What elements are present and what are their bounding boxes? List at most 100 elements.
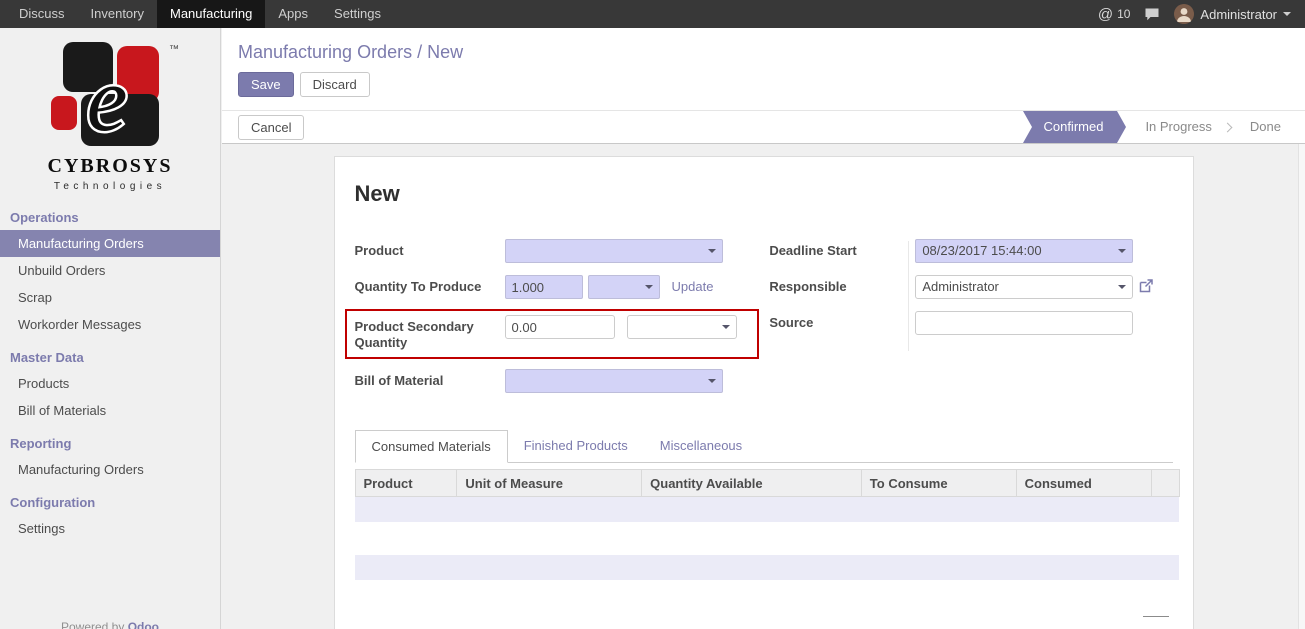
secondary-quantity-input[interactable] xyxy=(505,315,615,339)
secondary-quantity-label: Product Secondary Quantity xyxy=(355,315,505,351)
cybrosys-logo-icon: e ™ xyxy=(35,40,185,148)
menu-discuss[interactable]: Discuss xyxy=(6,0,78,28)
bom-label: Bill of Material xyxy=(355,369,505,389)
control-panel: Manufacturing Orders / New Save Discard xyxy=(222,28,1305,110)
table-header-product[interactable]: Product xyxy=(355,470,457,497)
form-fields: Product Quantity To Produce Update xyxy=(355,239,1173,405)
topbar-right: @ 10 Administrator xyxy=(1098,4,1305,24)
deadline-value: 08/23/2017 15:44:00 xyxy=(922,243,1041,258)
sidebar-item-bill-of-materials[interactable]: Bill of Materials xyxy=(0,397,220,424)
section-reporting: Reporting xyxy=(0,424,220,456)
dropdown-caret-icon xyxy=(708,249,716,253)
chat-icon[interactable] xyxy=(1144,7,1160,22)
responsible-value: Administrator xyxy=(922,279,999,294)
chevron-down-icon xyxy=(1283,12,1291,16)
table-row xyxy=(355,555,1179,580)
tab-finished-products[interactable]: Finished Products xyxy=(508,430,644,463)
main-area: Manufacturing Orders / New Save Discard … xyxy=(222,28,1305,629)
odoo-link[interactable]: Odoo xyxy=(128,620,159,629)
bom-select[interactable] xyxy=(505,369,723,393)
table-header-consumed[interactable]: Consumed xyxy=(1016,470,1152,497)
sidebar-item-workorder-messages[interactable]: Workorder Messages xyxy=(0,311,220,338)
source-label: Source xyxy=(769,311,915,331)
menu-settings[interactable]: Settings xyxy=(321,0,394,28)
table-header-extra xyxy=(1152,470,1179,497)
responsible-select[interactable]: Administrator xyxy=(915,275,1133,299)
user-menu[interactable]: Administrator xyxy=(1174,4,1291,24)
table-header-row: Product Unit of Measure Quantity Availab… xyxy=(355,470,1179,497)
table-row xyxy=(355,522,1179,555)
breadcrumb-parent[interactable]: Manufacturing Orders xyxy=(238,42,412,62)
sidebar-item-reporting-manufacturing-orders[interactable]: Manufacturing Orders xyxy=(0,456,220,483)
responsible-label: Responsible xyxy=(769,275,915,295)
menu-inventory[interactable]: Inventory xyxy=(78,0,157,28)
annotation-highlight-box: Product Secondary Quantity xyxy=(345,309,759,359)
activity-menu[interactable]: @ 10 xyxy=(1098,6,1131,23)
svg-text:™: ™ xyxy=(169,44,179,55)
column-separator xyxy=(908,241,909,351)
sidebar-item-scrap[interactable]: Scrap xyxy=(0,284,220,311)
sidebar-item-manufacturing-orders[interactable]: Manufacturing Orders xyxy=(0,230,220,257)
powered-by: Powered by Odoo xyxy=(0,620,220,629)
responsible-row: Responsible Administrator xyxy=(769,275,1172,299)
stage-in-progress[interactable]: In Progress xyxy=(1131,111,1225,143)
svg-text:e: e xyxy=(87,48,128,148)
external-link-icon[interactable] xyxy=(1139,279,1153,293)
sidebar-item-unbuild-orders[interactable]: Unbuild Orders xyxy=(0,257,220,284)
source-input[interactable] xyxy=(915,311,1133,335)
quantity-input[interactable] xyxy=(505,275,583,299)
quantity-label: Quantity To Produce xyxy=(355,275,505,295)
content-background: New Product Quantity To Produce xyxy=(222,144,1305,629)
powered-by-text: Powered by xyxy=(61,620,124,629)
table-header-to-consume[interactable]: To Consume xyxy=(861,470,1016,497)
form-header-bar: Cancel Confirmed In Progress Done xyxy=(222,110,1305,144)
dropdown-caret-icon xyxy=(708,379,716,383)
cancel-button[interactable]: Cancel xyxy=(238,115,304,140)
form-left-column: Product Quantity To Produce Update xyxy=(355,239,756,405)
quantity-row: Quantity To Produce Update xyxy=(355,275,756,299)
sidebar-item-settings[interactable]: Settings xyxy=(0,515,220,542)
stage-done[interactable]: Done xyxy=(1236,111,1295,143)
action-buttons: Save Discard xyxy=(238,72,1305,97)
breadcrumb-separator: / xyxy=(417,42,422,62)
record-title: New xyxy=(355,181,1173,207)
table-header-qty-available[interactable]: Quantity Available xyxy=(642,470,862,497)
dropdown-caret-icon xyxy=(722,325,730,329)
product-select[interactable] xyxy=(505,239,723,263)
activity-count: 10 xyxy=(1117,7,1130,21)
product-row: Product xyxy=(355,239,756,263)
discard-button[interactable]: Discard xyxy=(300,72,370,97)
company-logo: e ™ CYBROSYS Technologies xyxy=(0,28,220,198)
product-label: Product xyxy=(355,239,505,259)
save-button[interactable]: Save xyxy=(238,72,294,97)
column-sum-line xyxy=(1143,616,1169,617)
table-header-uom[interactable]: Unit of Measure xyxy=(457,470,642,497)
breadcrumb: Manufacturing Orders / New xyxy=(238,42,1305,63)
tab-consumed-materials[interactable]: Consumed Materials xyxy=(355,430,508,463)
table-row xyxy=(355,497,1179,522)
stage-confirmed[interactable]: Confirmed xyxy=(1023,111,1117,143)
menu-apps[interactable]: Apps xyxy=(265,0,321,28)
scrollbar[interactable] xyxy=(1298,144,1305,629)
form-sheet: New Product Quantity To Produce xyxy=(334,156,1194,629)
avatar xyxy=(1174,4,1194,24)
update-link[interactable]: Update xyxy=(672,275,714,294)
deadline-row: Deadline Start 08/23/2017 15:44:00 xyxy=(769,239,1172,263)
section-master-data: Master Data xyxy=(0,338,220,370)
section-configuration: Configuration xyxy=(0,483,220,515)
notebook-tabs: Consumed Materials Finished Products Mis… xyxy=(355,429,1173,463)
form-right-column: Deadline Start 08/23/2017 15:44:00 Respo… xyxy=(755,239,1172,405)
source-row: Source xyxy=(769,311,1172,335)
user-name: Administrator xyxy=(1200,7,1277,22)
menu-manufacturing[interactable]: Manufacturing xyxy=(157,0,265,28)
dropdown-caret-icon xyxy=(645,285,653,289)
deadline-input[interactable]: 08/23/2017 15:44:00 xyxy=(915,239,1133,263)
secondary-uom-select[interactable] xyxy=(627,315,737,339)
quantity-uom-select[interactable] xyxy=(588,275,660,299)
sidebar-item-products[interactable]: Products xyxy=(0,370,220,397)
statusbar: Confirmed In Progress Done xyxy=(1023,111,1295,143)
activity-at-icon: @ xyxy=(1098,6,1113,23)
tab-miscellaneous[interactable]: Miscellaneous xyxy=(644,430,758,463)
logo-subtitle: Technologies xyxy=(0,181,220,192)
logo-title: CYBROSYS xyxy=(0,155,220,178)
